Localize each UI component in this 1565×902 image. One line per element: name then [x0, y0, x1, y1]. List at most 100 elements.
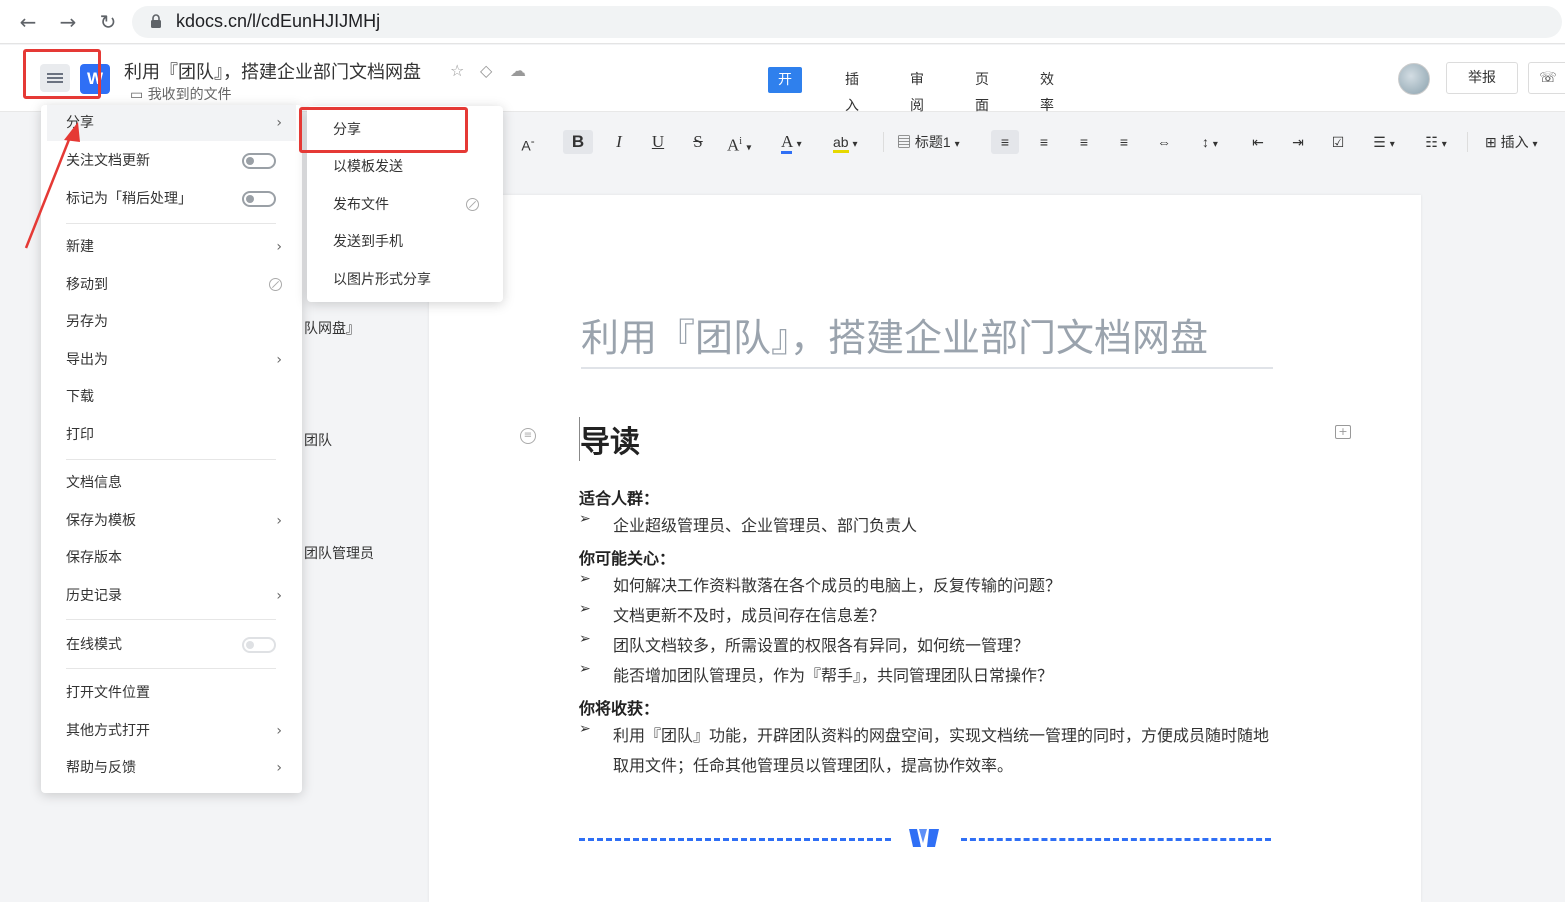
menu-item-open-with[interactable]: 其他方式打开 › — [47, 713, 296, 749]
outline-item[interactable]: 团队管理员 — [304, 543, 374, 563]
highlight-button[interactable]: ab ▾ — [833, 130, 871, 154]
heading-guide[interactable]: 导读 — [579, 417, 640, 461]
toggle-switch[interactable] — [242, 191, 276, 207]
chevron-right-icon: › — [276, 723, 282, 739]
page-title[interactable]: 利用『团队』，搭建企业部门文档网盘 — [581, 307, 1273, 369]
distribute-icon[interactable]: ⇔ — [1153, 130, 1175, 154]
bullet-arrow-icon: ➢ — [579, 571, 591, 587]
list-item-text: 团队文档较多，所需设置的权限各有异同，如何统一管理？ — [613, 636, 1030, 655]
menu-item-label: 导出为 — [66, 352, 108, 368]
menu-item-label: 打开文件位置 — [66, 685, 150, 701]
tab-page[interactable]: 页面 — [965, 67, 999, 114]
align-right-icon[interactable]: ≡ — [1073, 130, 1095, 154]
checkbox-list-icon[interactable]: ☑ — [1327, 130, 1349, 154]
menu-item-label: 其他方式打开 — [66, 723, 150, 739]
add-comment-icon[interactable]: + — [1335, 425, 1351, 439]
star-icon[interactable]: ☆ — [450, 61, 464, 80]
list-item-text: 企业超级管理员、企业管理员、部门负责人 — [613, 516, 918, 535]
menu-item-online-mode[interactable]: 在线模式 — [47, 627, 296, 663]
heading-style-icon: ▤ — [897, 134, 915, 150]
font-style-button[interactable]: Ai ▾ — [727, 130, 763, 155]
menu-item-label: 文档信息 — [66, 475, 122, 491]
font-color-button[interactable]: A ▾ — [781, 130, 817, 154]
menu-item-save-as[interactable]: 另存为 — [47, 304, 296, 340]
menu-divider — [66, 668, 276, 669]
document-page[interactable]: 利用『团队』，搭建企业部门文档网盘 ≡ 导读 + 适合人群： ➢ 企业超级管理员… — [429, 195, 1421, 902]
align-center-icon[interactable]: ≡ — [1033, 130, 1055, 154]
menu-item-print[interactable]: 打印 — [47, 417, 296, 453]
folder-breadcrumb[interactable]: ▭ 我收到的文件 — [130, 84, 232, 104]
forward-icon[interactable]: → — [56, 10, 80, 34]
menu-item-doc-info[interactable]: 文档信息 — [47, 465, 296, 501]
menu-item-label: 下载 — [66, 389, 94, 405]
menu-item-label: 移动到 — [66, 277, 108, 293]
app-header: W 利用『团队』，搭建企业部门文档网盘 ☆ ◇ ☁ ▭ 我收到的文件 开始 插入… — [0, 45, 1565, 114]
justify-icon[interactable]: ≡ — [1113, 130, 1135, 154]
outline-item[interactable]: 队网盘』 — [304, 318, 360, 338]
url-text[interactable]: kdocs.cn/l/cdEunHJIJMHj — [176, 11, 380, 32]
format-toolbar: A- B I U S Ai ▾ A ▾ ab ▾ ▤ 标题1 ▾ ≡ ≡ ≡ ≡… — [505, 120, 1565, 164]
heading-style-dropdown[interactable]: ▤ 标题1 ▾ — [897, 130, 979, 154]
tab-insert[interactable]: 插入 — [835, 67, 869, 114]
menu-item-download[interactable]: 下载 — [47, 379, 296, 415]
submenu-item-share-image[interactable]: 以图片形式分享 — [307, 262, 503, 298]
outline-item[interactable]: 团队 — [304, 430, 332, 450]
menu-item-label: 历史记录 — [66, 588, 122, 604]
disabled-icon — [466, 198, 479, 211]
menu-item-open-location[interactable]: 打开文件位置 — [47, 675, 296, 711]
align-left-icon[interactable]: ≡ — [991, 130, 1019, 154]
document-title[interactable]: 利用『团队』，搭建企业部门文档网盘 — [124, 58, 421, 84]
menu-item-label: 另存为 — [66, 314, 108, 330]
section-label: 适合人群： — [579, 489, 660, 508]
indent-decrease-icon[interactable]: ⇤ — [1247, 130, 1269, 154]
tab-review[interactable]: 审阅 — [900, 67, 934, 114]
strikethrough-button[interactable]: S — [688, 130, 708, 154]
section-label: 你将收获： — [579, 699, 660, 718]
chevron-right-icon: › — [276, 760, 282, 776]
numbered-list-icon[interactable]: ☷ ▾ — [1419, 130, 1453, 154]
menu-item-label: 在线模式 — [66, 637, 122, 653]
address-bar[interactable]: kdocs.cn/l/cdEunHJIJMHj — [132, 6, 1562, 38]
list-item-text: 如何解决工作资料散落在各个成员的电脑上，反复传输的问题？ — [613, 576, 1062, 595]
tag-icon[interactable]: ◇ — [480, 61, 492, 80]
chevron-right-icon: › — [276, 588, 282, 604]
toolbar-separator — [1467, 132, 1468, 152]
menu-item-history[interactable]: 历史记录 › — [47, 578, 296, 614]
collaborate-icon[interactable]: ☏ — [1528, 62, 1565, 94]
annotation-highlight-box — [299, 107, 468, 153]
paragraph-handle-icon[interactable]: ≡ — [520, 428, 536, 444]
line-spacing-icon[interactable]: ↕ ▾ — [1193, 130, 1227, 154]
avatar[interactable] — [1398, 63, 1430, 95]
submenu-item-publish[interactable]: 发布文件 — [307, 187, 503, 223]
list-item-text: 利用『团队』功能，开辟团队资料的网盘空间，实现文档统一管理的同时，方便成员随时随… — [613, 726, 1270, 775]
menu-item-help[interactable]: 帮助与反馈 › — [47, 750, 296, 786]
bullet-arrow-icon: ➢ — [579, 661, 591, 677]
lock-icon — [151, 14, 161, 28]
tab-start[interactable]: 开始 — [768, 67, 802, 114]
font-color-label: A — [781, 132, 793, 154]
menu-item-export[interactable]: 导出为 › — [47, 342, 296, 378]
italic-button[interactable]: I — [609, 130, 629, 154]
toggle-switch[interactable] — [242, 637, 276, 653]
indent-increase-icon[interactable]: ⇥ — [1287, 130, 1309, 154]
bold-button[interactable]: B — [563, 130, 593, 154]
annotation-arrow-icon — [24, 122, 80, 249]
submenu-item-send-template[interactable]: 以模板发送 — [307, 149, 503, 185]
reload-icon[interactable]: ↻ — [96, 10, 120, 34]
tab-efficiency[interactable]: 效率 — [1030, 67, 1064, 114]
toggle-switch[interactable] — [242, 153, 276, 169]
menu-item-move-to[interactable]: 移动到 — [47, 267, 296, 303]
font-style-label: A — [727, 135, 740, 155]
submenu-item-send-phone[interactable]: 发送到手机 — [307, 224, 503, 260]
report-button[interactable]: 举报 — [1446, 62, 1518, 94]
bullet-list-icon[interactable]: ☰ ▾ — [1367, 130, 1401, 154]
menu-item-save-template[interactable]: 保存为模板 › — [47, 503, 296, 539]
cloud-sync-icon[interactable]: ☁ — [510, 61, 526, 80]
back-icon[interactable]: ← — [16, 10, 40, 34]
bullet-arrow-icon: ➢ — [579, 601, 591, 617]
font-size-decrease-button[interactable]: A- — [517, 130, 539, 154]
underline-button[interactable]: U — [648, 130, 668, 154]
menu-divider — [66, 223, 276, 224]
menu-item-save-version[interactable]: 保存版本 — [47, 540, 296, 576]
insert-dropdown[interactable]: ⊞ 插入 ▾ — [1485, 130, 1561, 154]
